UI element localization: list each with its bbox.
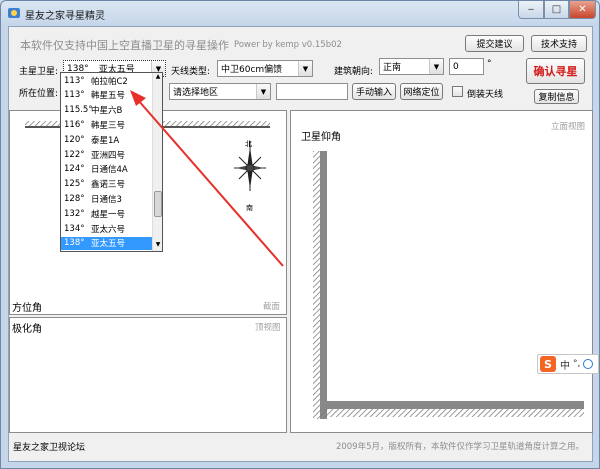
region-select-value: 请选择地区	[173, 88, 219, 98]
dropdown-item-name: 亚洲四号	[91, 150, 126, 161]
azimuth-title: 方位角	[12, 303, 42, 314]
flip-antenna-checkbox[interactable]	[452, 86, 463, 97]
chevron-down-icon[interactable]: ▼	[298, 61, 312, 76]
copyright-text: 2009年5月，版权所有，本软件仅作学习卫星轨道角度计算之用。	[335, 442, 584, 452]
dropdown-item-degree: 113°	[64, 75, 85, 86]
dropdown-item-name: 中星六B	[91, 106, 123, 117]
scroll-thumb[interactable]	[154, 191, 162, 217]
dropdown-item[interactable]: 116° 韩星三号	[61, 118, 153, 131]
elevation-panel: 卫星仰角 立面视图	[290, 110, 593, 433]
dropdown-item-name: 亚太五号	[91, 239, 126, 250]
polar-title: 极化角	[12, 324, 42, 335]
satellite-dropdown-list[interactable]: 113° 帕拉帕C2 113° 韩星五号 115.5° 中星六B 116° 韩星三号 120° 泰…	[60, 72, 163, 252]
polar-hint: 顶视图	[255, 323, 281, 333]
dropdown-item-degree: 138°	[64, 238, 85, 249]
dropdown-item[interactable]: 132° 越星一号	[61, 207, 153, 220]
dropdown-item-name: 帕拉帕C2	[91, 76, 128, 87]
dropdown-item-degree: 122°	[64, 149, 85, 160]
elevation-title: 卫星仰角	[301, 132, 341, 143]
dropdown-item-degree: 120°	[64, 134, 85, 145]
app-icon	[8, 8, 20, 18]
ime-mode[interactable]: 中	[560, 357, 570, 372]
dropdown-item-degree: 125°	[64, 179, 85, 190]
azimuth-hint: 截面	[263, 302, 281, 312]
angle-input[interactable]: 0	[449, 58, 484, 75]
building-label: 建筑朝向:	[334, 67, 374, 77]
scroll-up-icon[interactable]: ▲	[154, 73, 162, 82]
close-button[interactable]: ✕	[569, 1, 596, 19]
dropdown-item[interactable]: 124° 日通信4A	[61, 163, 153, 176]
ground-line	[320, 401, 584, 409]
dropdown-item-name: 越星一号	[91, 209, 126, 220]
chevron-down-icon[interactable]: ▼	[429, 59, 443, 74]
antenna-label: 天线类型:	[171, 67, 211, 77]
dropdown-item-name: 泰星1A	[91, 135, 120, 146]
dropdown-item[interactable]: 134° 亚太六号	[61, 222, 153, 235]
maximize-button[interactable]: □	[544, 1, 569, 19]
antenna-select[interactable]: 中卫60cm偏馈 ▼	[217, 60, 313, 77]
minimize-button[interactable]: ‒	[518, 1, 544, 19]
dropdown-item-degree: 115.5°	[64, 105, 93, 116]
dropdown-item-degree: 124°	[64, 164, 85, 175]
dropdown-item-degree: 134°	[64, 223, 85, 234]
copy-info-button[interactable]: 复制信息	[534, 89, 579, 104]
vertical-wall	[320, 151, 327, 419]
location-label: 所在位置:	[19, 89, 59, 99]
chevron-down-icon[interactable]: ▼	[256, 84, 270, 99]
compass-north-label: 北	[245, 140, 252, 148]
dropdown-item-name: 韩星三号	[91, 120, 126, 131]
antenna-select-value: 中卫60cm偏馈	[221, 65, 283, 75]
dropdown-item-degree: 132°	[64, 208, 85, 219]
building-select-value: 正南	[383, 63, 402, 73]
elevation-drawing	[313, 151, 584, 419]
dropdown-item[interactable]: 122° 亚洲四号	[61, 148, 153, 161]
building-select[interactable]: 正南 ▼	[379, 58, 444, 75]
title-bar[interactable]: 星友之家寻星精灵 ‒ □ ✕	[1, 1, 599, 25]
ime-logo-icon: S	[540, 356, 556, 372]
dropdown-item-name: 日通信4A	[91, 165, 128, 176]
dropdown-scrollbar[interactable]: ▲ ▼	[152, 73, 162, 251]
satellite-label: 主星卫星:	[19, 67, 59, 77]
window-title: 星友之家寻星精灵	[25, 11, 105, 22]
vertical-wall-shading	[313, 151, 320, 419]
feedback-button[interactable]: 提交建议	[465, 35, 524, 52]
dropdown-item[interactable]: 125° 鑫诺三号	[61, 178, 153, 191]
ime-toolbar[interactable]: S 中 °,	[537, 354, 599, 374]
polar-panel: 极化角 顶视图	[9, 317, 287, 433]
dropdown-item[interactable]: 120° 泰星1A	[61, 133, 153, 146]
dropdown-item-degree: 128°	[64, 193, 85, 204]
forum-link[interactable]: 星友之家卫视论坛	[13, 440, 85, 453]
ime-punct[interactable]: °,	[573, 359, 580, 369]
dropdown-item[interactable]: 113° 韩星五号	[61, 89, 153, 102]
dropdown-item-name: 韩星五号	[91, 91, 126, 102]
dropdown-item[interactable]: 113° 帕拉帕C2	[61, 74, 153, 87]
dropdown-item[interactable]: 128° 日通信3	[61, 192, 153, 205]
compass-south-label: 南	[246, 204, 253, 212]
elevation-hint: 立面视图	[551, 122, 586, 132]
dropdown-item-name: 亚太六号	[91, 224, 126, 235]
dropdown-item[interactable]: 115.5° 中星六B	[61, 104, 153, 117]
ground-shading	[320, 409, 584, 417]
region-select[interactable]: 请选择地区 ▼	[169, 83, 271, 100]
dropdown-item-degree: 113°	[64, 90, 85, 101]
degree-label: °	[487, 59, 492, 69]
dropdown-item[interactable]: 138° 亚太五号	[61, 236, 153, 250]
confirm-search-button[interactable]: 确认寻星	[526, 58, 585, 84]
dropdown-item-name: 日通信3	[91, 194, 122, 205]
manual-input-button[interactable]: 手动输入	[352, 83, 396, 100]
network-locate-button[interactable]: 网络定位	[400, 83, 443, 100]
version-text: Power by kemp v0.15b02	[234, 40, 342, 50]
location-input[interactable]	[276, 83, 348, 100]
intro-text: 本软件仅支持中国上空直播卫星的寻星操作	[20, 39, 229, 52]
ime-emoji-icon[interactable]	[583, 359, 594, 369]
flip-antenna-label: 倒装天线	[467, 90, 504, 100]
scroll-down-icon[interactable]: ▼	[154, 241, 162, 250]
dropdown-item-name: 鑫诺三号	[91, 180, 126, 191]
dropdown-item-degree: 116°	[64, 119, 85, 130]
support-button[interactable]: 技术支持	[531, 35, 587, 52]
